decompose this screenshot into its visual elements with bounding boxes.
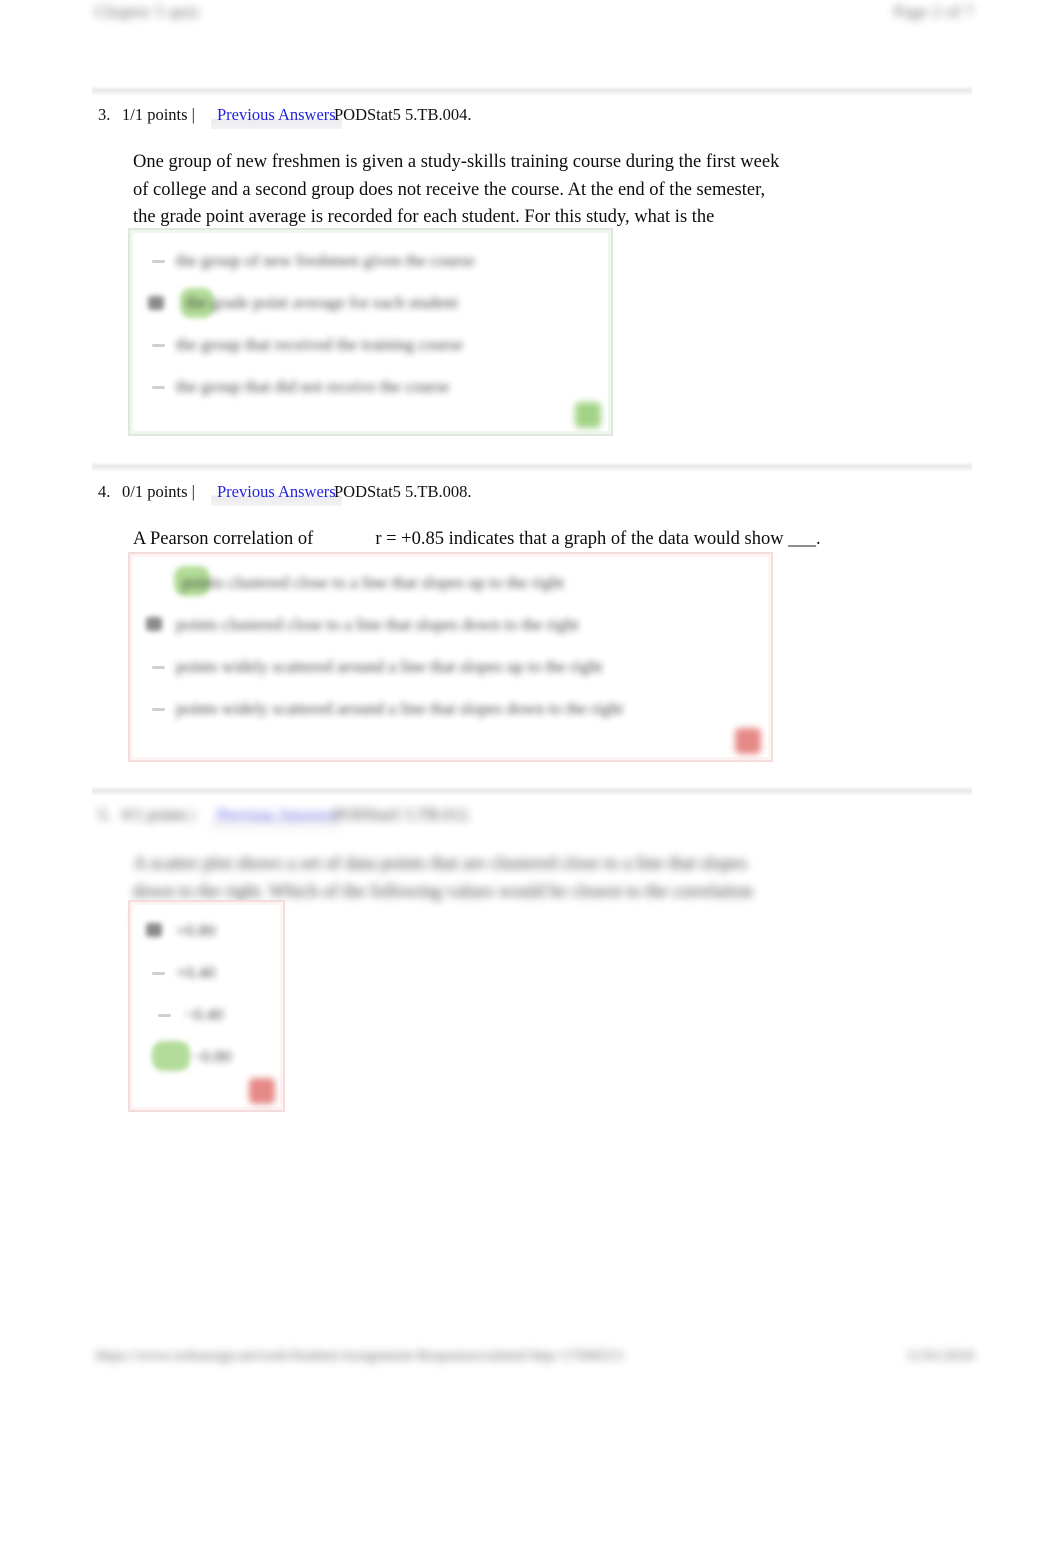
radio-button-icon[interactable] [152, 343, 165, 347]
radio-button-selected-icon[interactable] [146, 923, 162, 937]
radio-button-icon[interactable] [158, 1013, 171, 1017]
option-row[interactable]: the group that received the training cou… [130, 324, 611, 366]
answer-options-box-3: the group of new freshmen given the cour… [128, 228, 613, 436]
radio-button-icon[interactable] [152, 259, 165, 263]
question-text-post: r = +0.85 indicates that a graph of the … [375, 529, 821, 549]
question-code: PODStat5 5.TB.012. [334, 805, 472, 824]
option-label: points clustered close to a line that sl… [176, 615, 579, 634]
option-label: the group that received the training cou… [176, 335, 463, 354]
option-label: points clustered close to a line that sl… [182, 573, 564, 592]
option-row[interactable]: points widely scattered around a line th… [130, 688, 771, 730]
correct-answer-highlight [152, 1041, 190, 1071]
previous-answers-link[interactable]: Previous Answers [211, 804, 342, 829]
question-text: A Pearson correlation of r = +0.85 indica… [133, 526, 821, 554]
previous-answers-label: Previous Answers [217, 482, 336, 501]
question-code: PODStat5 5.TB.004. [334, 105, 472, 124]
answer-options-box-4: points clustered close to a line that sl… [128, 552, 773, 762]
option-row[interactable]: points clustered close to a line that sl… [130, 604, 771, 646]
question-number: 5. [98, 805, 111, 824]
radio-button-selected-icon[interactable] [148, 296, 164, 310]
page-header: Chapter 5 quiz Page 2 of 7 [0, 0, 1062, 30]
question-meta: 4. 0/1 points | Previous Answers PODStat… [0, 481, 1062, 508]
option-label: +0.40 [176, 963, 216, 982]
question-number: 3. [98, 105, 111, 124]
radio-button-icon[interactable] [152, 707, 165, 711]
question-code: PODStat5 5.TB.008. [334, 482, 472, 501]
answer-options-box-5: +0.80 +0.40 −0.40 −0.80 [128, 900, 285, 1112]
question-block-4: 4. 0/1 points | Previous Answers PODStat… [0, 481, 1062, 549]
radio-button-icon[interactable] [152, 665, 165, 669]
question-text-pre: A Pearson correlation of [133, 529, 314, 549]
cross-icon [735, 728, 761, 754]
footer-url: https://www.webassign.net/web/Student/As… [96, 1348, 623, 1364]
previous-answers-link[interactable]: Previous Answers [211, 481, 342, 506]
question-block-3: 3. 1/1 points | Previous Answers PODStat… [0, 104, 1062, 255]
option-row[interactable]: +0.80 [130, 910, 283, 952]
cross-icon [249, 1078, 275, 1104]
check-icon [575, 402, 601, 428]
radio-button-icon[interactable] [152, 385, 165, 389]
option-row[interactable]: the group of new freshmen given the cour… [130, 240, 611, 282]
question-points: 0/1 points | [122, 482, 195, 501]
option-label: the grade point average for each student [186, 293, 458, 312]
section-divider [92, 462, 972, 472]
previous-answers-label: Previous Answers [217, 105, 336, 124]
option-row[interactable]: −0.40 [130, 994, 283, 1036]
option-label: the group of new freshmen given the cour… [176, 251, 475, 270]
previous-answers-link[interactable]: Previous Answers [211, 104, 342, 129]
header-page-indicator: Page 2 of 7 [893, 2, 974, 21]
radio-button-selected-icon[interactable] [146, 617, 162, 631]
section-divider [92, 86, 972, 96]
page-footer: https://www.webassign.net/web/Student/As… [0, 1348, 1062, 1384]
option-row[interactable]: the grade point average for each student [130, 282, 611, 324]
question-block-5: 5. 0/1 points | Previous Answers PODStat… [0, 804, 1062, 929]
option-label: points widely scattered around a line th… [176, 699, 624, 718]
previous-answers-label: Previous Answers [217, 805, 336, 824]
option-row[interactable]: points widely scattered around a line th… [130, 646, 771, 688]
option-label: +0.80 [176, 921, 216, 940]
option-label: the group that did not receive the cours… [176, 377, 450, 396]
option-label: −0.80 [192, 1047, 232, 1066]
option-row[interactable]: the group that did not receive the cours… [130, 366, 611, 408]
section-divider [92, 786, 972, 796]
question-number: 4. [98, 482, 111, 501]
question-meta: 5. 0/1 points | Previous Answers PODStat… [0, 804, 1062, 831]
header-title: Chapter 5 quiz [95, 2, 200, 21]
option-row[interactable]: +0.40 [130, 952, 283, 994]
question-meta: 3. 1/1 points | Previous Answers PODStat… [0, 104, 1062, 131]
option-row[interactable]: −0.80 [130, 1036, 283, 1078]
question-points: 0/1 points | [122, 805, 195, 824]
option-row[interactable]: points clustered close to a line that sl… [130, 562, 771, 604]
question-points: 1/1 points | [122, 105, 195, 124]
option-label: points widely scattered around a line th… [176, 657, 603, 676]
option-label: −0.40 [184, 1005, 224, 1024]
radio-button-icon[interactable] [152, 971, 165, 975]
footer-date: 11/01/2018 [906, 1348, 974, 1364]
